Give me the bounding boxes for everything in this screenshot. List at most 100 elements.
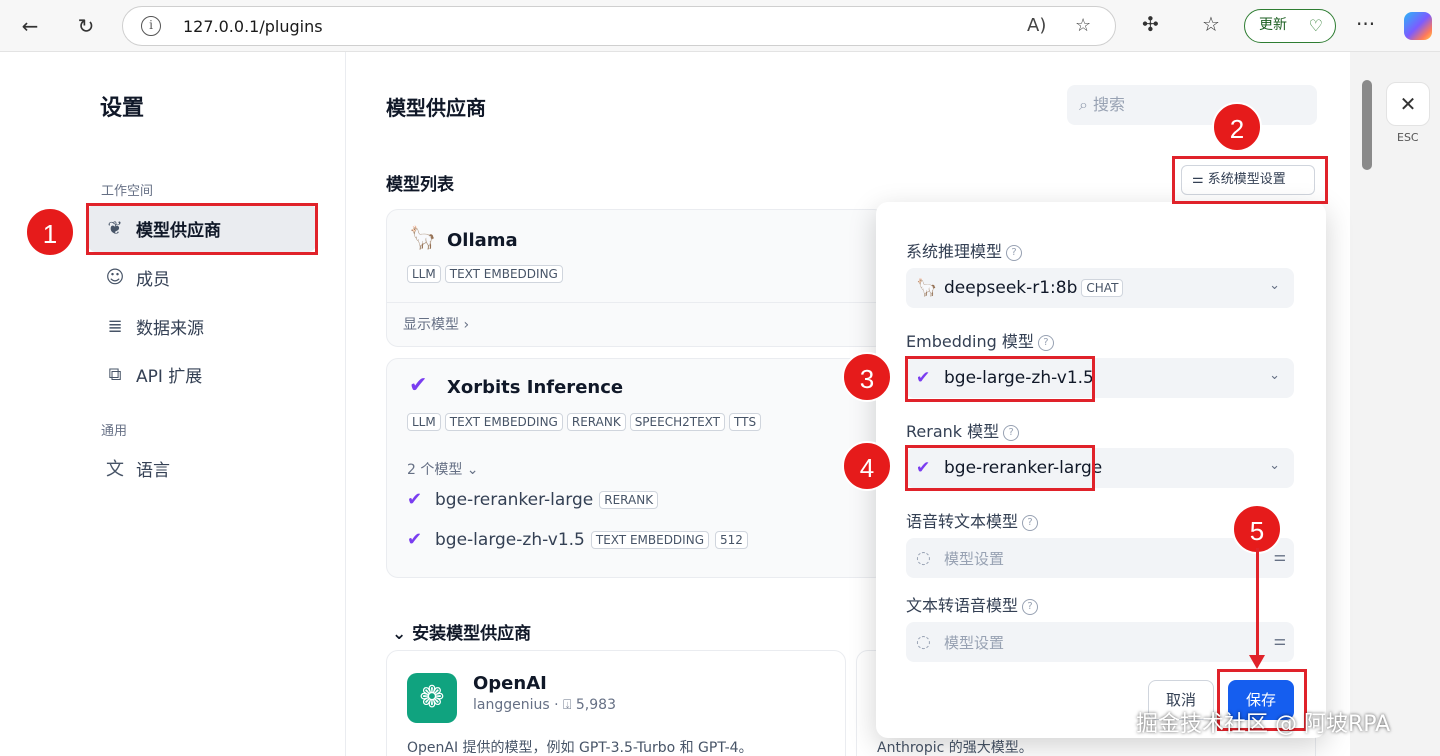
field-label-text: Rerank 模型 bbox=[906, 422, 1000, 441]
speech2text-model-select[interactable]: ◌ 模型设置 ⚌ bbox=[906, 538, 1294, 578]
xorbits-logo-icon: ✔ bbox=[407, 529, 423, 550]
field-label-reasoning: 系统推理模型? bbox=[906, 238, 1023, 262]
models-count-toggle[interactable]: 2 个模型 ⌄ bbox=[407, 459, 479, 479]
search-input[interactable]: ⌕ 搜索 bbox=[1067, 85, 1317, 125]
model-name: bge-large-zh-v1.5 bbox=[435, 530, 585, 550]
tag: CHAT bbox=[1081, 279, 1124, 297]
cube-icon: ◌ bbox=[916, 632, 931, 652]
provider-name: OpenAI bbox=[473, 673, 547, 694]
sliders-icon: ⚌ bbox=[1273, 633, 1286, 649]
tag: LLM bbox=[407, 413, 441, 431]
annotation-badge-2: 2 bbox=[1212, 102, 1262, 152]
model-list-title: 模型列表 bbox=[386, 175, 454, 195]
close-icon[interactable]: ✕ bbox=[1386, 82, 1430, 126]
tag: 512 bbox=[715, 531, 748, 549]
provider-author: langgenius · ⍗ 5,983 bbox=[473, 697, 616, 713]
tag: TTS bbox=[729, 413, 762, 431]
ollama-logo-icon: 🦙 bbox=[916, 278, 938, 298]
language-icon: 文 bbox=[106, 459, 124, 480]
tag: SPEECH2TEXT bbox=[629, 413, 725, 431]
annotation-box-1 bbox=[86, 203, 318, 255]
refresh-icon[interactable]: ↻ bbox=[70, 10, 102, 42]
back-arrow-icon[interactable]: ← bbox=[14, 10, 46, 42]
model-row: ✔ bge-reranker-large RERANK bbox=[407, 489, 659, 511]
provider-card-ollama[interactable]: 🦙 Ollama LLM TEXT EMBEDDING 显示模型 › bbox=[386, 209, 886, 347]
search-icon: ⌕ bbox=[1079, 95, 1094, 114]
provider-card-xorbits[interactable]: ✔ Xorbits Inference LLM TEXT EMBEDDING R… bbox=[386, 358, 886, 578]
model-row: ✔ bge-large-zh-v1.5 TEXT EMBEDDING 512 bbox=[407, 529, 748, 551]
sidebar-item-label: 成员 bbox=[136, 269, 170, 290]
more-menu-icon[interactable]: ··· bbox=[1356, 12, 1375, 36]
provider-description: OpenAI 提供的模型，例如 GPT-3.5-Turbo 和 GPT-4。 bbox=[407, 740, 753, 756]
install-title-text: 安装模型供应商 bbox=[412, 624, 532, 644]
url-text: 127.0.0.1/plugins bbox=[183, 17, 323, 36]
install-provider-title[interactable]: ⌄ 安装模型供应商 bbox=[392, 619, 531, 644]
field-label-text: 文本转语音模型 bbox=[906, 596, 1019, 615]
download-count: 5,983 bbox=[575, 697, 616, 713]
annotation-arrow-line bbox=[1256, 548, 1259, 660]
ollama-logo-icon: 🦙 bbox=[409, 226, 437, 251]
read-aloud-icon[interactable]: A) bbox=[1027, 15, 1046, 36]
field-label-tts: 文本转语音模型? bbox=[906, 592, 1039, 616]
openai-logo-icon: ❁ bbox=[407, 673, 457, 723]
help-icon[interactable]: ? bbox=[1003, 424, 1020, 441]
puzzle-icon: ⧉ bbox=[108, 363, 122, 385]
annotation-badge-5: 5 bbox=[1232, 504, 1282, 554]
sidebar-item-api-extension[interactable]: ⧉ API 扩展 bbox=[88, 350, 316, 398]
help-icon[interactable]: ? bbox=[1022, 514, 1039, 531]
field-label-speech2text: 语音转文本模型? bbox=[906, 508, 1039, 532]
heart-icon: ♡ bbox=[1308, 16, 1323, 35]
chevron-down-icon: ⌄ bbox=[1269, 278, 1280, 293]
sidebar-item-label: API 扩展 bbox=[136, 366, 203, 387]
annotation-badge-4: 4 bbox=[842, 441, 892, 491]
extensions-icon[interactable]: ✣ bbox=[1142, 12, 1159, 36]
sidebar-item-label: 数据来源 bbox=[136, 318, 204, 339]
field-label-text: 语音转文本模型 bbox=[906, 512, 1019, 531]
address-bar[interactable]: i 127.0.0.1/plugins A) ☆ bbox=[122, 6, 1116, 46]
database-icon: ≣ bbox=[107, 315, 123, 337]
annotation-box-3 bbox=[905, 356, 1095, 402]
favorites-icon[interactable]: ☆ bbox=[1202, 12, 1220, 36]
chevron-down-icon: ⌄ bbox=[1269, 458, 1280, 473]
show-models-link[interactable]: 显示模型 › bbox=[403, 314, 469, 334]
help-icon[interactable]: ? bbox=[1006, 244, 1023, 261]
chevron-down-icon: ⌄ bbox=[1269, 368, 1280, 383]
annotation-arrow-head bbox=[1249, 655, 1265, 669]
sidebar-item-members[interactable]: ☺ 成员 bbox=[88, 253, 316, 301]
help-icon[interactable]: ? bbox=[1022, 598, 1039, 615]
annotation-badge-3: 3 bbox=[842, 352, 892, 402]
page-title: 模型供应商 bbox=[386, 96, 486, 120]
favorite-star-icon[interactable]: ☆ bbox=[1075, 15, 1091, 36]
sliders-icon: ⚌ bbox=[1273, 549, 1286, 565]
scrollbar-thumb[interactable] bbox=[1362, 80, 1372, 170]
xorbits-logo-icon: ✔ bbox=[409, 373, 428, 398]
help-icon[interactable]: ? bbox=[1037, 334, 1054, 351]
tag: TEXT EMBEDDING bbox=[444, 265, 563, 283]
group-label-general: 通用 bbox=[101, 424, 128, 439]
provider-card-openai[interactable]: ❁ OpenAI langgenius · ⍗ 5,983 OpenAI 提供的… bbox=[386, 650, 846, 756]
provider-name: Ollama bbox=[447, 230, 518, 251]
chevron-down-icon: ⌄ bbox=[392, 624, 413, 644]
select-placeholder: 模型设置 bbox=[944, 633, 1005, 652]
cube-icon: ◌ bbox=[916, 548, 931, 568]
browser-toolbar: ← ↻ i 127.0.0.1/plugins A) ☆ ✣ ☆ 更新 ♡ ··… bbox=[0, 0, 1440, 52]
tts-model-select[interactable]: ◌ 模型设置 ⚌ bbox=[906, 622, 1294, 662]
copilot-icon[interactable] bbox=[1404, 12, 1432, 40]
tag: TEXT EMBEDDING bbox=[444, 413, 563, 431]
search-placeholder: 搜索 bbox=[1093, 95, 1126, 114]
field-label-text: 系统推理模型 bbox=[906, 242, 1003, 261]
sidebar-item-language[interactable]: 文 语言 bbox=[88, 444, 316, 492]
reasoning-model-select[interactable]: 🦙 deepseek-r1:8b CHAT ⌄ bbox=[906, 268, 1294, 308]
model-name: bge-reranker-large bbox=[435, 490, 594, 510]
annotation-box-2 bbox=[1172, 156, 1328, 204]
download-icon: · ⍗ bbox=[554, 697, 576, 713]
update-button[interactable]: 更新 ♡ bbox=[1244, 9, 1336, 43]
tag: RERANK bbox=[599, 491, 659, 509]
info-icon[interactable]: i bbox=[141, 16, 161, 36]
field-label-rerank: Rerank 模型? bbox=[906, 418, 1020, 442]
annotation-box-4 bbox=[905, 445, 1095, 491]
group-label-workspace: 工作空间 bbox=[101, 184, 154, 199]
sidebar-item-data-source[interactable]: ≣ 数据来源 bbox=[88, 302, 316, 350]
update-label: 更新 bbox=[1259, 17, 1287, 33]
esc-label: ESC bbox=[1397, 131, 1419, 144]
